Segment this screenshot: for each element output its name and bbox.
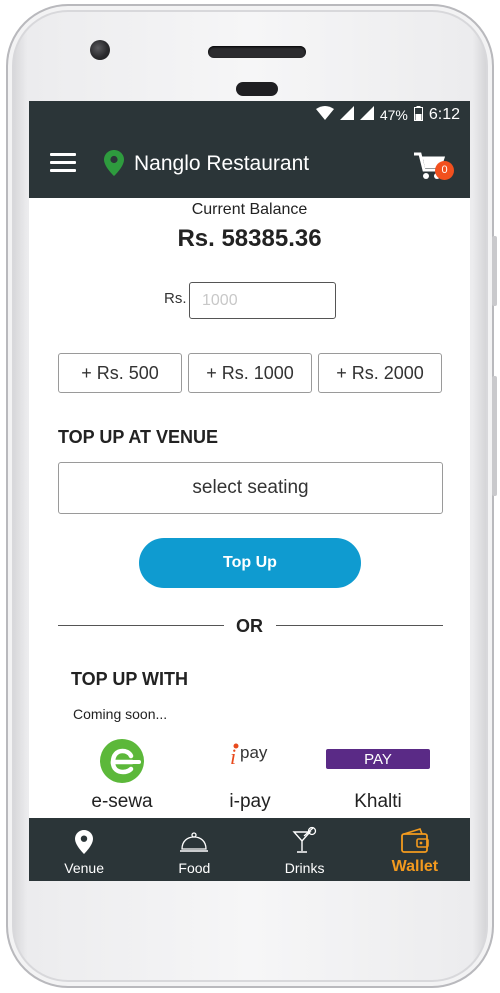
balance-value: Rs. 58385.36 <box>177 225 322 252</box>
bottom-navigation: Venue Food Drinks Wallet <box>29 818 470 881</box>
nav-food-label: Food <box>178 860 211 876</box>
esewa-label: e-sewa <box>91 791 153 812</box>
nav-wallet-label: Wallet <box>391 858 439 875</box>
quick-add-500-button[interactable]: + Rs. 500 <box>58 353 182 393</box>
ipay-option[interactable]: i pay <box>195 738 305 783</box>
signal-icon <box>339 106 354 123</box>
balance-label: Current Balance <box>191 201 308 218</box>
khalti-logo-icon: PAY <box>326 749 430 769</box>
cart-count-badge: 0 <box>435 161 454 180</box>
ipay-logo-icon: i pay <box>220 738 280 778</box>
khalti-option[interactable]: PAY <box>323 749 433 774</box>
quick-add-1000-button[interactable]: + Rs. 1000 <box>188 353 312 393</box>
volume-button <box>492 376 497 496</box>
venue-topup-title: TOP UP AT VENUE <box>58 427 219 447</box>
menu-icon[interactable] <box>50 153 76 173</box>
khalti-label: Khalti <box>354 791 402 812</box>
online-topup-title: TOP UP WITH <box>71 669 189 689</box>
divider-or: OR <box>236 616 263 636</box>
venue-name[interactable]: Nanglo Restaurant <box>134 152 309 176</box>
power-button <box>492 236 497 306</box>
nav-venue[interactable]: Venue <box>29 818 139 881</box>
top-up-button[interactable]: Top Up <box>139 538 361 588</box>
amount-input[interactable] <box>189 282 336 319</box>
nav-food[interactable]: Food <box>139 818 249 881</box>
divider-right <box>276 625 443 626</box>
front-camera <box>90 40 110 60</box>
speaker-grille <box>208 46 306 58</box>
battery-icon <box>413 105 423 124</box>
khalti-logo-text: PAY <box>364 751 392 768</box>
nav-drinks-label: Drinks <box>284 860 325 876</box>
app-screen: 47% 6:12 Nanglo Restaurant 0 Current Bal… <box>29 101 470 881</box>
coming-soon-note: Coming soon... <box>73 706 168 722</box>
nav-venue-label: Venue <box>64 860 104 876</box>
nav-drinks[interactable]: Drinks <box>250 818 360 881</box>
sensor <box>236 82 278 96</box>
wifi-icon <box>315 106 334 123</box>
seating-select[interactable]: select seating <box>58 462 443 514</box>
cocktail-icon <box>250 818 360 854</box>
esewa-logo-icon <box>99 738 145 789</box>
clock: 6:12 <box>428 105 460 123</box>
nav-wallet[interactable]: Wallet <box>360 818 470 881</box>
app-bar: Nanglo Restaurant 0 <box>29 128 470 198</box>
location-pin-icon <box>29 818 139 854</box>
amount-prefix: Rs. <box>164 290 187 307</box>
signal-icon <box>359 106 374 123</box>
status-bar: 47% 6:12 <box>29 101 470 128</box>
battery-percent: 47% <box>379 106 408 123</box>
quick-add-2000-button[interactable]: + Rs. 2000 <box>318 353 442 393</box>
amount-field-wrapper <box>189 282 336 319</box>
wallet-icon <box>360 818 470 854</box>
ipay-logo-text: pay <box>240 743 268 762</box>
location-pin-icon <box>104 150 124 181</box>
divider-left <box>58 625 224 626</box>
esewa-option[interactable] <box>67 738 177 789</box>
cloche-icon <box>139 818 249 854</box>
ipay-label: i-pay <box>229 791 271 812</box>
